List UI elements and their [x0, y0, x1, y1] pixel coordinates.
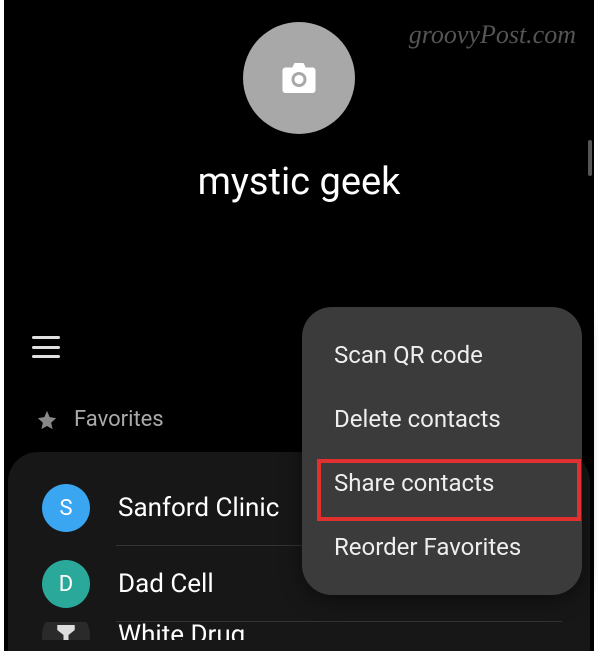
menu-item-delete-contacts[interactable]: Delete contacts [302, 387, 582, 451]
favorites-label: Favorites [74, 407, 164, 432]
menu-item-share-contacts[interactable]: Share contacts [302, 451, 582, 515]
app-screen: groovyPost.com mystic geek Favorites S S… [4, 0, 594, 651]
overflow-menu: Scan QR code Delete contacts Share conta… [302, 307, 582, 595]
contact-avatar: S [42, 484, 90, 532]
contact-avatar [42, 622, 90, 640]
profile-avatar[interactable] [243, 22, 355, 134]
menu-item-reorder-favorites[interactable]: Reorder Favorites [302, 515, 582, 579]
scrollbar[interactable] [588, 140, 592, 176]
star-icon [36, 409, 58, 431]
menu-item-scan-qr[interactable]: Scan QR code [302, 323, 582, 387]
contact-row[interactable]: White Drug [8, 622, 590, 640]
contact-name: Sanford Clinic [118, 493, 279, 523]
contact-avatar: D [42, 560, 90, 608]
camera-icon [281, 63, 317, 93]
favorites-header: Favorites [36, 407, 164, 432]
contact-name: Dad Cell [118, 569, 214, 599]
profile-header: mystic geek [4, 0, 594, 204]
profile-name: mystic geek [4, 160, 594, 204]
contact-name: White Drug [118, 622, 245, 640]
menu-button[interactable] [32, 336, 60, 358]
